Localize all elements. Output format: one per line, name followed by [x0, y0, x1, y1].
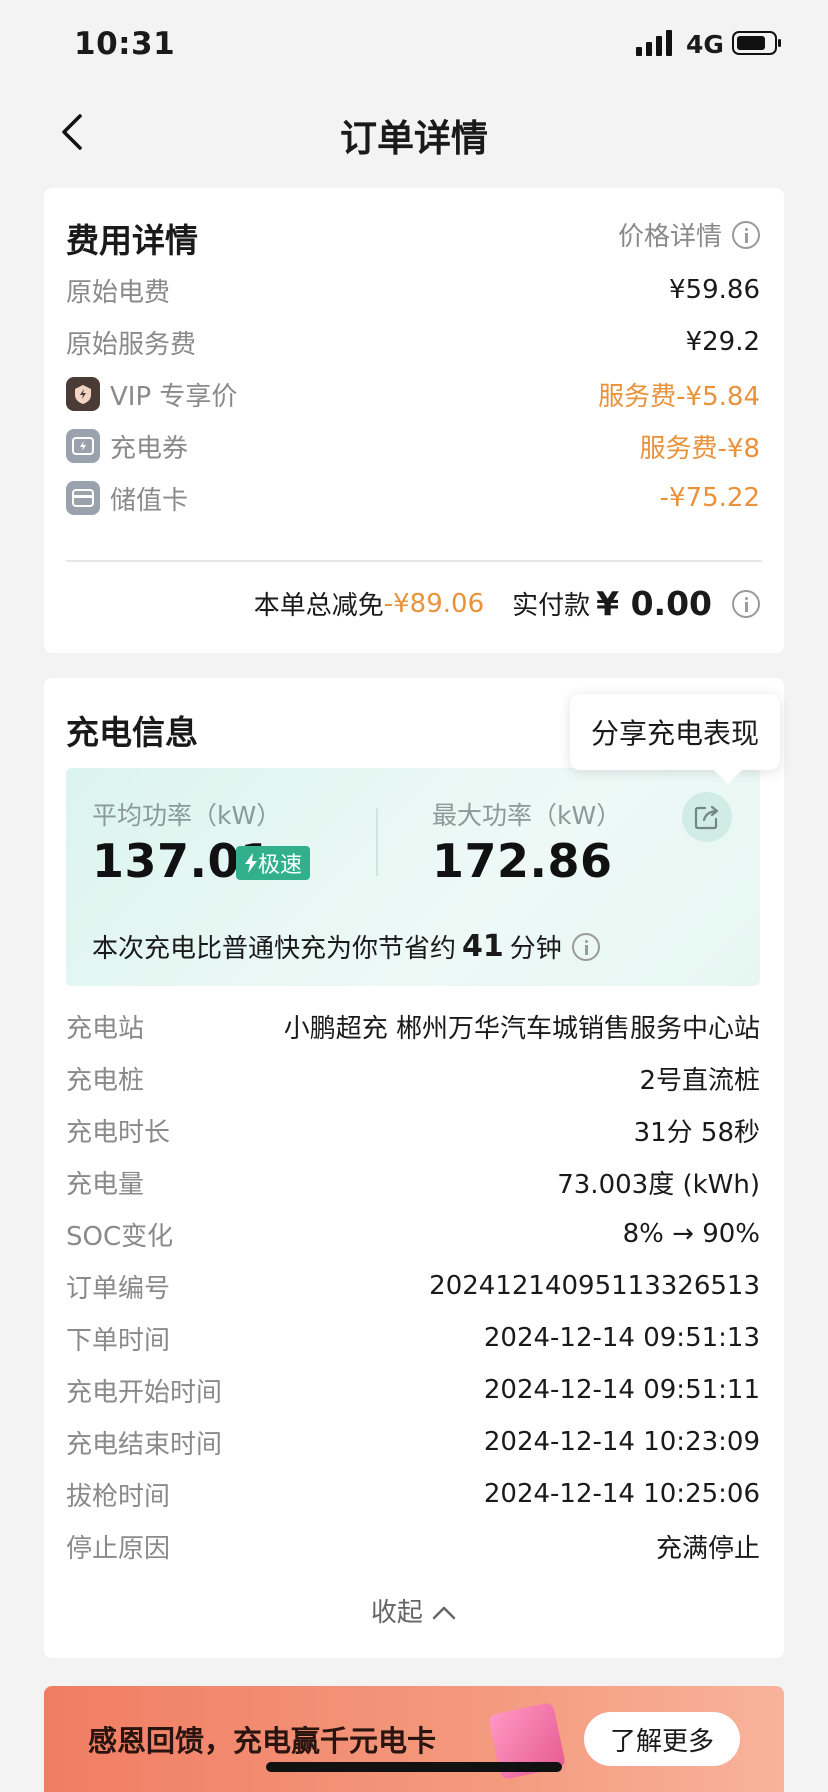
total-discount-value: -¥89.06 — [383, 588, 485, 619]
fee-row-original-electricity: 原始电费 ¥59.86 — [66, 270, 760, 310]
info-icon[interactable] — [732, 589, 760, 618]
collapse-button[interactable]: 收起 — [44, 1592, 784, 1629]
chevron-up-icon — [432, 1606, 456, 1620]
share-button[interactable] — [682, 792, 732, 842]
status-time: 10:31 — [74, 26, 176, 62]
charge-row-value: 充满停止 — [655, 1533, 760, 1564]
paid-label: 实付款 — [512, 591, 591, 621]
share-icon — [694, 805, 719, 830]
charge-row-value: 8% → 90% — [622, 1219, 760, 1249]
network-label: 4G — [686, 30, 724, 59]
time-saved-text: 本次充电比普通快充为你节省约 41 分钟 — [92, 928, 600, 965]
promo-banner[interactable]: 感恩回馈，充电赢千元电卡 了解更多 — [44, 1686, 784, 1792]
lightning-icon — [245, 853, 257, 873]
share-tooltip: 分享充电表现 — [570, 694, 780, 770]
fee-row-label: 原始服务费 — [66, 329, 197, 360]
fee-row-vip: VIP 专享价 服务费-¥5.84 — [66, 374, 760, 414]
charge-row-label: 下单时间 — [66, 1325, 171, 1356]
fee-row-coupon: 充电券 服务费-¥8 — [66, 426, 760, 466]
battery-icon — [732, 31, 781, 55]
fee-row-value: ¥29.2 — [685, 327, 760, 357]
charge-row-value: 2024-12-14 10:23:09 — [483, 1427, 760, 1457]
fee-row-label: 储值卡 — [110, 485, 189, 516]
fee-details-card: 费用详情 价格详情 原始电费 ¥59.86 原始服务费 ¥29.2 VIP 专享… — [44, 188, 784, 653]
charge-row-station: 充电站 小鹏超充 郴州万华汽车城销售服务中心站 — [66, 1006, 760, 1046]
info-icon — [732, 220, 760, 249]
charge-row-energy: 充电量 73.003度 (kWh) — [66, 1162, 760, 1202]
fee-row-stored-value-card: 储值卡 -¥75.22 — [66, 478, 760, 518]
fast-badge-label: 极速 — [258, 853, 303, 878]
fee-title: 费用详情 — [66, 221, 198, 260]
coupon-icon — [66, 429, 100, 463]
fee-row-original-service: 原始服务费 ¥29.2 — [66, 322, 760, 362]
charge-row-value: 73.003度 (kWh) — [557, 1169, 760, 1200]
fee-row-value: 服务费-¥8 — [639, 433, 760, 464]
learn-more-button[interactable]: 了解更多 — [584, 1712, 740, 1766]
charge-row-label: 充电桩 — [66, 1065, 145, 1096]
charge-row-order-number: 订单编号 20241214095113326513 — [66, 1266, 760, 1306]
status-bar: 10:31 4G — [0, 0, 828, 90]
charge-title: 充电信息 — [66, 713, 198, 752]
banner-text: 感恩回馈，充电赢千元电卡 — [88, 1724, 437, 1758]
price-detail-label: 价格详情 — [617, 222, 722, 252]
divider — [376, 808, 378, 876]
charge-row-label: 充电结束时间 — [66, 1429, 223, 1460]
charge-row-value: 2024-12-14 09:51:13 — [483, 1323, 760, 1353]
charge-row-value: 2024-12-14 09:51:11 — [483, 1375, 760, 1405]
charge-row-duration: 充电时长 31分 58秒 — [66, 1110, 760, 1150]
charge-row-label: 充电时长 — [66, 1117, 171, 1148]
fee-row-label: 充电券 — [110, 433, 189, 464]
vip-icon — [66, 377, 100, 411]
card-icon — [66, 481, 100, 515]
fee-row-value: -¥75.22 — [659, 483, 760, 513]
charge-row-order-time: 下单时间 2024-12-14 09:51:13 — [66, 1318, 760, 1358]
max-power-value: 172.86 — [432, 834, 613, 888]
charge-row-soc: SOC变化 8% → 90% — [66, 1214, 760, 1254]
page-title: 订单详情 — [340, 117, 488, 160]
avg-power-label: 平均功率（kW） — [92, 801, 282, 830]
charge-row-value: 2024-12-14 10:25:06 — [483, 1479, 760, 1509]
save-minutes: 41 — [462, 929, 504, 964]
charge-row-label: 充电站 — [66, 1013, 145, 1044]
save-prefix: 本次充电比普通快充为你节省约 — [92, 934, 457, 964]
collapse-label: 收起 — [370, 1598, 423, 1628]
price-detail-link[interactable]: 价格详情 — [618, 216, 760, 253]
fee-row-value: 服务费-¥5.84 — [598, 381, 760, 412]
fee-row-label: VIP 专享价 — [110, 381, 238, 412]
nav-bar: 订单详情 — [0, 92, 828, 174]
charge-row-end-time: 充电结束时间 2024-12-14 10:23:09 — [66, 1422, 760, 1462]
charge-row-value: 20241214095113326513 — [429, 1271, 760, 1301]
charge-row-value: 小鹏超充 郴州万华汽车城销售服务中心站 — [283, 1013, 760, 1044]
charge-row-label: 订单编号 — [66, 1273, 171, 1304]
charge-row-value: 2号直流桩 — [639, 1065, 760, 1096]
charge-row-unplug-time: 拔枪时间 2024-12-14 10:25:06 — [66, 1474, 760, 1514]
charge-row-pile: 充电桩 2号直流桩 — [66, 1058, 760, 1098]
charge-row-stop-reason: 停止原因 充满停止 — [66, 1526, 760, 1566]
signal-icon — [636, 30, 672, 56]
charge-row-label: 停止原因 — [66, 1533, 171, 1564]
info-icon[interactable] — [571, 932, 600, 961]
fast-badge: 极速 — [236, 846, 311, 880]
charge-row-value: 31分 58秒 — [633, 1117, 760, 1148]
fee-total: 本单总减免 -¥89.06 实付款 ¥ 0.00 — [254, 584, 760, 623]
fee-row-value: ¥59.86 — [669, 275, 760, 305]
charge-info-card: 充电信息 平均功率（kW） 137.01 极速 最大功率（kW） 172.86 … — [44, 678, 784, 1658]
home-indicator — [266, 1762, 562, 1772]
save-suffix: 分钟 — [509, 934, 562, 964]
charge-row-label: 充电开始时间 — [66, 1377, 223, 1408]
charge-row-label: SOC变化 — [66, 1221, 174, 1252]
power-panel: 平均功率（kW） 137.01 极速 最大功率（kW） 172.86 本次充电比… — [66, 768, 760, 986]
charge-row-start-time: 充电开始时间 2024-12-14 09:51:11 — [66, 1370, 760, 1410]
paid-value: ¥ 0.00 — [596, 584, 712, 623]
max-power-label: 最大功率（kW） — [432, 801, 622, 830]
charge-row-label: 充电量 — [66, 1169, 145, 1200]
charge-row-label: 拔枪时间 — [66, 1481, 171, 1512]
divider — [66, 560, 762, 562]
fee-row-label: 原始电费 — [66, 277, 171, 308]
total-discount-label: 本单总减免 — [253, 591, 384, 621]
